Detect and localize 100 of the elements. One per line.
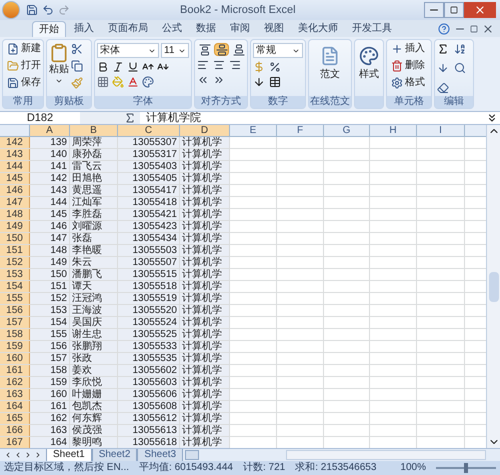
column-header[interactable]: G — [324, 125, 370, 136]
row-header[interactable]: 150 — [0, 233, 30, 244]
ribbon-button[interactable]: 打开 — [5, 60, 43, 72]
column-header[interactable]: F — [277, 125, 324, 136]
function-icon[interactable] — [124, 112, 136, 124]
row-header[interactable]: 154 — [0, 281, 30, 292]
table-cell-text: 150 — [49, 269, 68, 281]
row-header[interactable]: 153 — [0, 269, 30, 280]
row-header[interactable]: 165 — [0, 413, 30, 424]
paste-button[interactable]: 粘贴 — [49, 43, 69, 96]
row-header[interactable]: 142 — [0, 137, 30, 148]
column-header[interactable]: D — [180, 125, 230, 136]
row-header[interactable]: 151 — [0, 245, 30, 256]
vertical-scrollbar[interactable] — [486, 125, 500, 448]
row-header[interactable]: 164 — [0, 401, 30, 412]
search-icon — [454, 62, 466, 74]
table-icon — [269, 76, 281, 88]
slider-thumb[interactable] — [464, 463, 468, 473]
table-cell-text: 140 — [49, 149, 68, 161]
formula-field[interactable]: 计算机学院 — [140, 112, 486, 124]
column-header[interactable]: C — [118, 125, 180, 136]
row-header[interactable]: 167 — [0, 437, 30, 448]
vertical-align-button[interactable] — [214, 43, 229, 56]
row-header[interactable]: 148 — [0, 209, 30, 220]
ribbon-tab[interactable]: 开发工具 — [346, 21, 398, 37]
table-cell-text: 侯茂强 — [71, 425, 103, 437]
ribbon-button[interactable]: 新建 — [5, 43, 43, 55]
document-icon — [320, 46, 340, 66]
ribbon-tab[interactable]: 页面布局 — [102, 21, 154, 37]
ribbon-tab[interactable]: 美化大师 — [292, 21, 344, 37]
prev-sheet-icon — [14, 451, 22, 459]
table-cell-text: 朱云 — [71, 257, 93, 269]
table-cell-text: 13055602 — [132, 365, 178, 377]
table-cell-text: 13055612 — [132, 413, 178, 425]
ribbon-tab[interactable]: 审阅 — [224, 21, 256, 37]
column-header[interactable]: H — [370, 125, 417, 136]
table-cell-text: 计算机学 — [181, 389, 223, 400]
office-logo-icon[interactable] — [2, 1, 20, 19]
window-title: Book2 - Microsoft Excel — [180, 2, 296, 18]
group-label: 对齐方式 — [195, 96, 247, 108]
row-header[interactable]: 157 — [0, 317, 30, 328]
ribbon-button[interactable]: 样式 — [359, 43, 379, 96]
ribbon-tab[interactable]: 开始 — [32, 21, 66, 37]
row-header[interactable]: 152 — [0, 257, 30, 268]
row-header[interactable]: 147 — [0, 197, 30, 208]
row-header[interactable]: 162 — [0, 377, 30, 388]
row-header[interactable]: 160 — [0, 353, 30, 364]
column-header[interactable]: A — [30, 125, 70, 136]
font-field[interactable]: 宋体 — [97, 43, 159, 58]
row-header[interactable]: 145 — [0, 173, 30, 184]
row-header[interactable]: 144 — [0, 161, 30, 172]
ribbon-button[interactable]: 范文 — [320, 43, 340, 96]
row-header[interactable]: 143 — [0, 149, 30, 160]
align-center-icon — [213, 59, 225, 71]
expand-icon[interactable] — [486, 112, 498, 124]
table-cell-text: 13055533 — [132, 341, 178, 353]
table-cell-text: 152 — [49, 293, 68, 305]
column-header[interactable]: E — [230, 125, 277, 136]
font-color-icon — [127, 76, 139, 88]
ribbon-tab[interactable]: 公式 — [156, 21, 188, 37]
save-icon — [7, 77, 19, 89]
table-cell-text: 13055519 — [132, 293, 178, 305]
row-header[interactable]: 159 — [0, 341, 30, 352]
column-header[interactable]: I — [417, 125, 465, 136]
ribbon-button[interactable]: 删除 — [389, 60, 427, 72]
close-button[interactable] — [464, 2, 496, 18]
row-header[interactable]: 158 — [0, 329, 30, 340]
ribbon-tab[interactable]: 插入 — [68, 21, 100, 37]
row-header[interactable]: 166 — [0, 425, 30, 436]
row-header[interactable]: 146 — [0, 185, 30, 196]
zoom-value: 100% — [400, 463, 426, 473]
table-cell-text: 计算机学 — [181, 293, 223, 304]
sheet-tab[interactable]: Sheet1 — [46, 448, 92, 462]
maximize-button[interactable] — [444, 2, 464, 18]
scissors-icon — [71, 43, 83, 55]
row-header[interactable]: 155 — [0, 293, 30, 304]
ribbon-button[interactable]: 保存 — [5, 77, 43, 89]
ribbon-button[interactable]: 格式 — [389, 77, 427, 89]
table-cell-text: 13055608 — [132, 401, 178, 413]
row-header[interactable]: 163 — [0, 389, 30, 400]
row-header[interactable]: 161 — [0, 365, 30, 376]
ribbon-tab[interactable]: 视图 — [258, 21, 290, 37]
sheet-tab[interactable]: Sheet3 — [137, 448, 184, 462]
number-format-field[interactable]: 常规 — [253, 43, 303, 58]
vertical-align-button[interactable] — [231, 43, 246, 56]
vertical-align-button[interactable] — [197, 43, 212, 56]
font-size-field[interactable]: 11 — [161, 43, 189, 58]
table-cell-text: 148 — [49, 245, 68, 257]
row-header[interactable]: 149 — [0, 221, 30, 232]
table-cell-text: 计算机学 — [181, 281, 223, 292]
horizontal-scrollbar[interactable] — [286, 450, 486, 460]
ribbon-button[interactable]: 插入 — [389, 43, 427, 55]
name-box[interactable]: D182 — [0, 112, 80, 124]
sheet-tab[interactable]: Sheet2 — [92, 448, 138, 462]
underline-icon — [127, 61, 139, 73]
row-header[interactable]: 156 — [0, 305, 30, 316]
minimize-button[interactable] — [424, 2, 444, 18]
column-header[interactable]: B — [70, 125, 118, 136]
ribbon-tab[interactable]: 数据 — [190, 21, 222, 37]
scrollbar-thumb[interactable] — [488, 272, 498, 302]
